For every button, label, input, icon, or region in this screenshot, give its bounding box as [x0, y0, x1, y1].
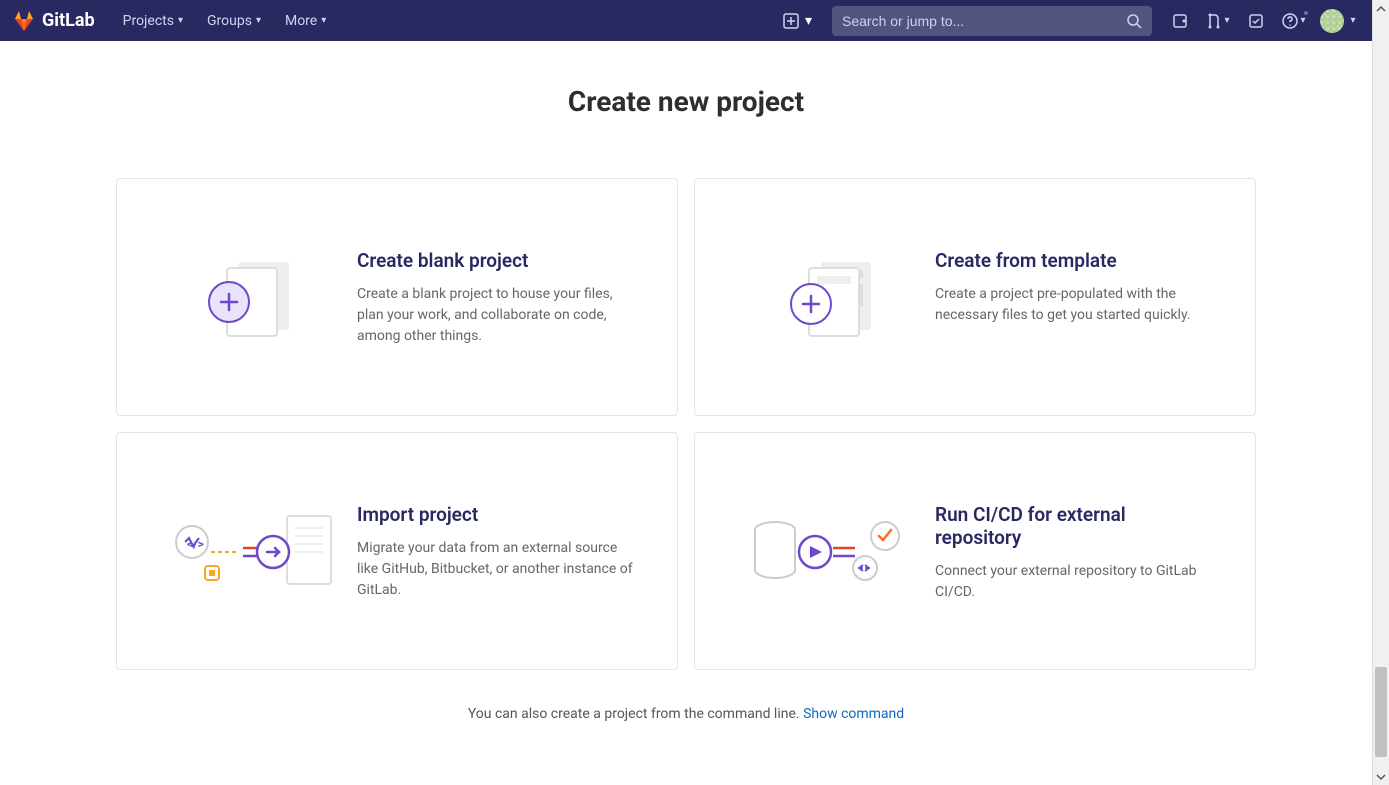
- search-icon: [1126, 13, 1142, 29]
- card-description: Create a project pre-populated with the …: [935, 284, 1215, 326]
- card-title: Import project: [357, 503, 637, 526]
- brand-name: GitLab: [42, 10, 95, 31]
- nav-projects-label: Projects: [123, 13, 174, 29]
- show-command-link[interactable]: Show command: [803, 706, 904, 722]
- chevron-down-icon: ▾: [1300, 15, 1305, 26]
- chevron-down-icon: ▾: [805, 13, 812, 29]
- card-title: Create blank project: [357, 249, 637, 272]
- issues-icon[interactable]: [1164, 1, 1196, 41]
- cicd-external-card[interactable]: Run CI/CD for external repository Connec…: [694, 432, 1256, 670]
- cli-note-text: You can also create a project from the c…: [468, 706, 803, 722]
- chevron-down-icon: ▾: [1224, 15, 1229, 26]
- import-illustration: </>: [157, 503, 357, 603]
- scrollbar-thumb[interactable]: [1375, 667, 1387, 757]
- search-field[interactable]: [842, 13, 1126, 29]
- nav-groups[interactable]: Groups ▾: [195, 0, 273, 41]
- blank-project-illustration: [157, 249, 357, 349]
- card-title: Run CI/CD for external repository: [935, 503, 1215, 549]
- card-title: Create from template: [935, 249, 1215, 272]
- notification-dot-icon: [1302, 9, 1310, 17]
- page-content: Create new project Create blank project …: [0, 41, 1372, 722]
- create-blank-project-card[interactable]: Create blank project Create a blank proj…: [116, 178, 678, 416]
- svg-text:</>: </>: [187, 537, 204, 551]
- user-menu[interactable]: ▾: [1316, 1, 1360, 41]
- avatar: [1320, 9, 1344, 33]
- card-description: Connect your external repository to GitL…: [935, 561, 1215, 603]
- card-description: Create a blank project to house your fil…: [357, 284, 637, 347]
- gitlab-logo[interactable]: GitLab: [12, 9, 95, 33]
- nav-groups-label: Groups: [207, 13, 252, 29]
- chevron-down-icon: ▾: [321, 15, 326, 26]
- todos-icon[interactable]: [1240, 1, 1272, 41]
- chevron-down-icon: ▾: [1350, 15, 1355, 26]
- import-project-card[interactable]: </> Import project Migrate your data fro…: [116, 432, 678, 670]
- scroll-up-button[interactable]: [1373, 0, 1389, 17]
- search-input[interactable]: [832, 6, 1152, 36]
- top-nav: GitLab Projects ▾ Groups ▾ More ▾ ▾ ▾ ▾: [0, 0, 1372, 41]
- chevron-down-icon: ▾: [178, 15, 183, 26]
- scrollbar-track[interactable]: [1373, 17, 1389, 768]
- tanuki-icon: [12, 9, 36, 33]
- create-from-template-card[interactable]: Create from template Create a project pr…: [694, 178, 1256, 416]
- card-description: Migrate your data from an external sourc…: [357, 538, 637, 601]
- template-illustration: [735, 249, 935, 349]
- project-options-grid: Create blank project Create a blank proj…: [116, 178, 1256, 670]
- chevron-down-icon: ▾: [256, 15, 261, 26]
- page-title: Create new project: [0, 85, 1372, 118]
- help-menu[interactable]: ▾: [1272, 1, 1316, 41]
- merge-requests-icon[interactable]: ▾: [1196, 1, 1240, 41]
- cicd-illustration: [735, 503, 935, 603]
- cli-note: You can also create a project from the c…: [0, 706, 1372, 722]
- nav-projects[interactable]: Projects ▾: [111, 0, 195, 41]
- scroll-down-button[interactable]: [1373, 768, 1389, 785]
- nav-more[interactable]: More ▾: [273, 0, 338, 41]
- plus-square-icon: [783, 13, 799, 29]
- create-new-menu[interactable]: ▾: [775, 13, 820, 29]
- nav-more-label: More: [285, 13, 317, 29]
- browser-scrollbar[interactable]: [1372, 0, 1389, 785]
